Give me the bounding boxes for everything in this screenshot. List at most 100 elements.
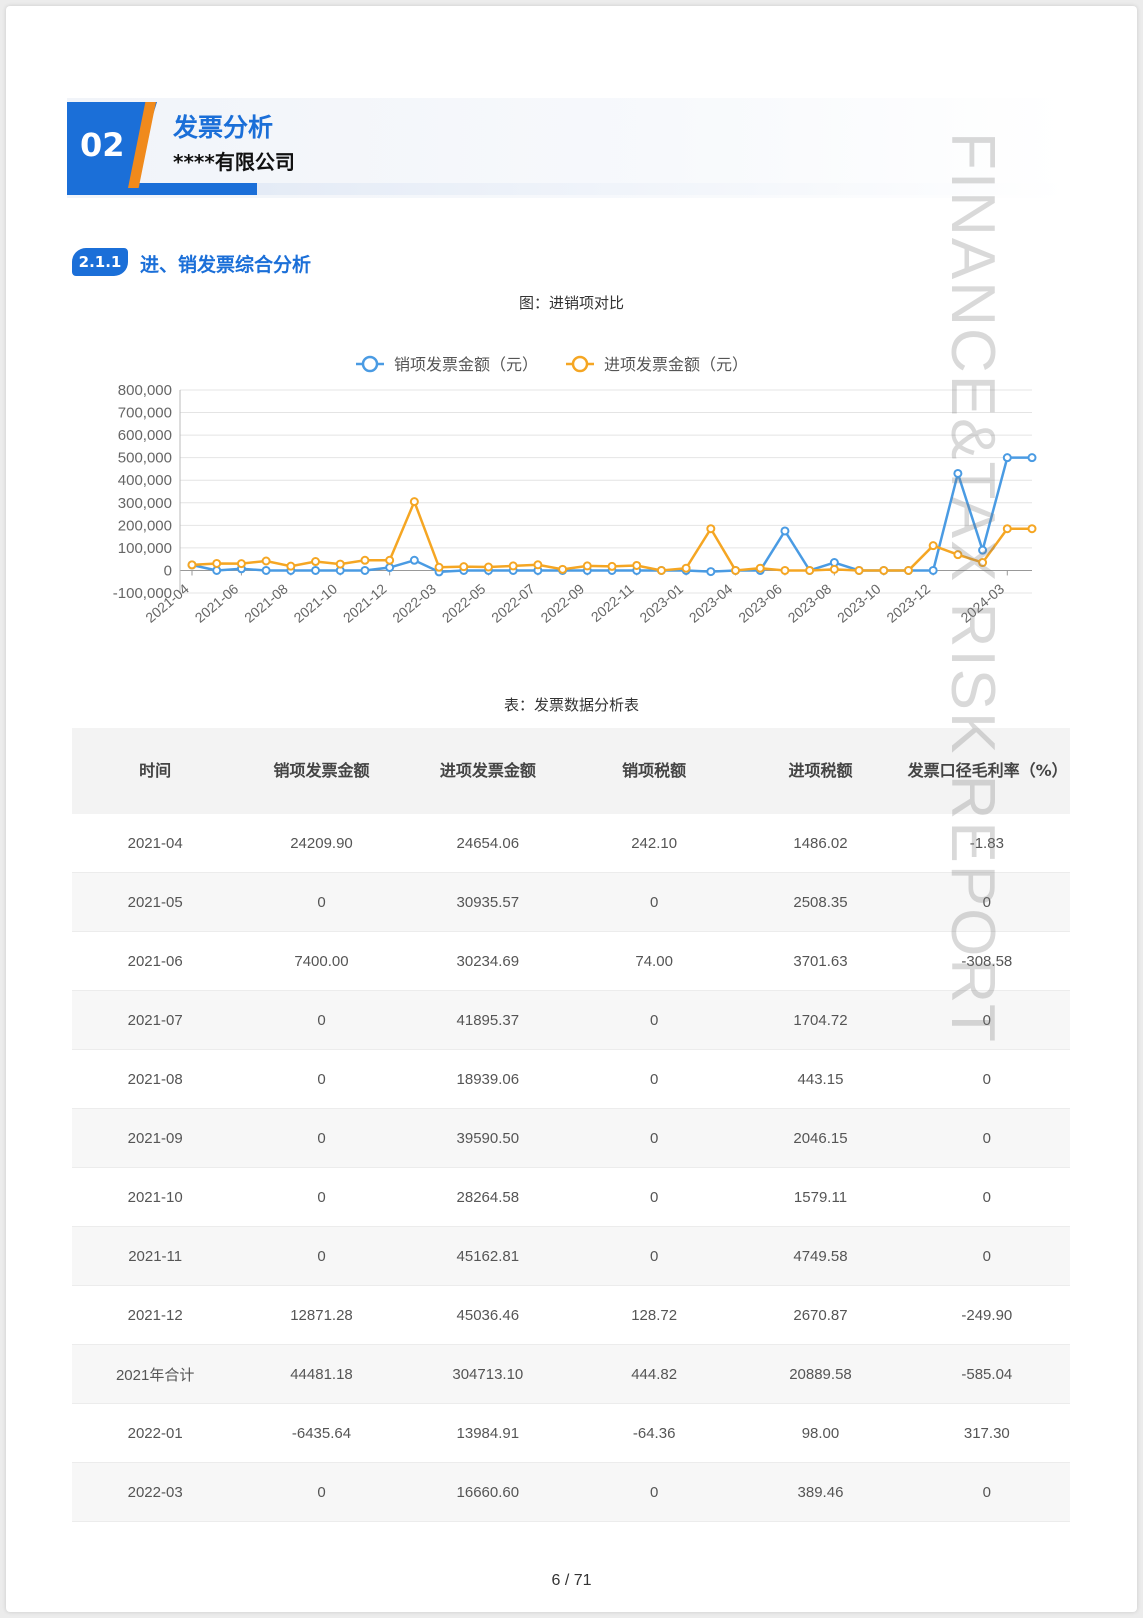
table-cell: 444.82 bbox=[570, 1344, 738, 1404]
y-tick-label: 400,000 bbox=[118, 472, 172, 489]
data-point bbox=[409, 497, 419, 507]
data-point bbox=[311, 557, 321, 567]
x-tick-label: 2022-09 bbox=[538, 580, 588, 625]
data-point bbox=[1027, 524, 1037, 534]
table-row: 2021-12 12871.28 45036.46 128.72 2670.87 -249… bbox=[72, 1285, 1070, 1345]
table-cell: 2021-12 bbox=[72, 1285, 239, 1345]
table-cell: 12871.28 bbox=[238, 1285, 405, 1345]
table-cell: -585.04 bbox=[903, 1344, 1070, 1404]
x-tick-label: 2022-07 bbox=[488, 580, 538, 625]
table-cell: 0 bbox=[570, 1049, 738, 1109]
table-cell: 0 bbox=[903, 1049, 1070, 1109]
col-header-time: 时间 bbox=[72, 728, 239, 814]
table-cell: 1704.72 bbox=[737, 990, 904, 1050]
table-row: 2021-04 24209.90 24654.06 242.10 1486.02 -1.8… bbox=[72, 814, 1070, 873]
data-point bbox=[360, 565, 370, 575]
table-cell: -6435.64 bbox=[238, 1403, 405, 1463]
x-tick-label: 2021-12 bbox=[340, 580, 390, 625]
table-cell: 4749.58 bbox=[737, 1226, 904, 1286]
x-tick-label: 2023-06 bbox=[735, 580, 785, 625]
table-row: 2021-11 0 45162.81 0 4749.58 0 bbox=[72, 1226, 1070, 1286]
table-row: 2022-01 -6435.64 13984.91 -64.36 98.00 317.30 bbox=[72, 1403, 1070, 1463]
y-tick-label: 500,000 bbox=[118, 450, 172, 467]
data-point bbox=[385, 555, 395, 565]
table-cell: 3701.63 bbox=[737, 931, 904, 991]
table-row: 2021-06 7400.00 30234.69 74.00 3701.63 -308.5… bbox=[72, 931, 1070, 991]
col-header-sales-amount: 销项发票金额 bbox=[238, 728, 405, 814]
table-cell: 2508.35 bbox=[737, 872, 904, 932]
table-cell: 2021-11 bbox=[72, 1226, 239, 1286]
y-tick-label: 800,000 bbox=[118, 382, 172, 399]
table-cell: 0 bbox=[903, 1167, 1070, 1227]
table-row: 2022-03 0 16660.60 0 389.46 0 bbox=[72, 1462, 1070, 1522]
table-cell: 2022-01 bbox=[72, 1403, 239, 1463]
table-cell: 30935.57 bbox=[404, 872, 571, 932]
data-point bbox=[212, 565, 222, 575]
data-point bbox=[656, 565, 666, 575]
table-cell: 0 bbox=[903, 1462, 1070, 1522]
table-cell: 2021-08 bbox=[72, 1049, 239, 1109]
table-cell: 74.00 bbox=[570, 931, 738, 991]
table-cell: 45162.81 bbox=[404, 1226, 571, 1286]
table-cell: 0 bbox=[903, 1108, 1070, 1168]
table-cell: 0 bbox=[570, 1108, 738, 1168]
data-point bbox=[607, 561, 617, 571]
section-title: 进、销发票综合分析 bbox=[140, 254, 312, 276]
data-point bbox=[434, 562, 444, 572]
x-tick-label: 2021-08 bbox=[241, 580, 291, 625]
table-row: 2021年合计 44481.18 304713.10 444.82 20889.58 -5… bbox=[72, 1344, 1070, 1404]
data-point bbox=[459, 562, 469, 572]
table-cell: 0 bbox=[238, 1462, 405, 1522]
table-cell: 0 bbox=[903, 1226, 1070, 1286]
data-point bbox=[558, 564, 568, 574]
page-number: 6 / 71 bbox=[551, 1572, 592, 1589]
data-point bbox=[212, 558, 222, 568]
x-tick-label: 2023-08 bbox=[785, 580, 835, 625]
table-cell: 41895.37 bbox=[404, 990, 571, 1050]
table-cell: 443.15 bbox=[737, 1049, 904, 1109]
data-point bbox=[829, 564, 839, 574]
table-cell: 28264.58 bbox=[404, 1167, 571, 1227]
watermark-text: FINANCE&TAX RISK REPORT bbox=[938, 132, 1007, 1044]
data-point bbox=[261, 556, 271, 566]
table-cell: 24209.90 bbox=[238, 814, 405, 873]
table-row: 2021-07 0 41895.37 0 1704.72 0 bbox=[72, 990, 1070, 1050]
y-tick-label: 0 bbox=[164, 562, 172, 579]
table-cell: 44481.18 bbox=[238, 1344, 405, 1404]
legend-label: 销项发票金额（元） bbox=[394, 355, 538, 374]
x-tick-label: 2022-05 bbox=[439, 580, 489, 625]
legend-label: 进项发票金额（元） bbox=[604, 355, 748, 374]
data-point bbox=[706, 524, 716, 534]
x-tick-label: 2023-01 bbox=[636, 580, 686, 625]
table-cell: 13984.91 bbox=[404, 1403, 571, 1463]
legend-marker bbox=[361, 355, 379, 373]
x-tick-label: 2023-04 bbox=[686, 580, 736, 625]
y-tick-label: 100,000 bbox=[118, 540, 172, 557]
legend-marker bbox=[571, 355, 589, 373]
table-cell: 2021-05 bbox=[72, 872, 239, 932]
table-cell: 98.00 bbox=[737, 1403, 904, 1463]
data-point bbox=[187, 560, 197, 570]
table-cell: 0 bbox=[570, 990, 738, 1050]
col-header-purchase-tax: 进项税额 bbox=[737, 728, 904, 814]
data-point bbox=[854, 565, 864, 575]
table-cell: 16660.60 bbox=[404, 1462, 571, 1522]
data-point bbox=[879, 565, 889, 575]
table-cell: 1486.02 bbox=[737, 814, 904, 873]
table-cell: 39590.50 bbox=[404, 1108, 571, 1168]
table-cell: 128.72 bbox=[570, 1285, 738, 1345]
table-cell: 30234.69 bbox=[404, 931, 571, 991]
data-point bbox=[533, 560, 543, 570]
table-row: 2021-09 0 39590.50 0 2046.15 0 bbox=[72, 1108, 1070, 1168]
table-row: 2021-08 0 18939.06 0 443.15 0 bbox=[72, 1049, 1070, 1109]
y-tick-label: 600,000 bbox=[118, 427, 172, 444]
data-point bbox=[409, 555, 419, 565]
table-cell: 45036.46 bbox=[404, 1285, 571, 1345]
y-tick-label: 200,000 bbox=[118, 517, 172, 534]
table-row: 2021-05 0 30935.57 0 2508.35 0 bbox=[72, 872, 1070, 932]
table-cell: 2021-09 bbox=[72, 1108, 239, 1168]
data-point bbox=[805, 565, 815, 575]
data-point bbox=[755, 563, 765, 573]
table-cell: 0 bbox=[238, 1049, 405, 1109]
x-tick-label: 2023-10 bbox=[834, 580, 884, 625]
